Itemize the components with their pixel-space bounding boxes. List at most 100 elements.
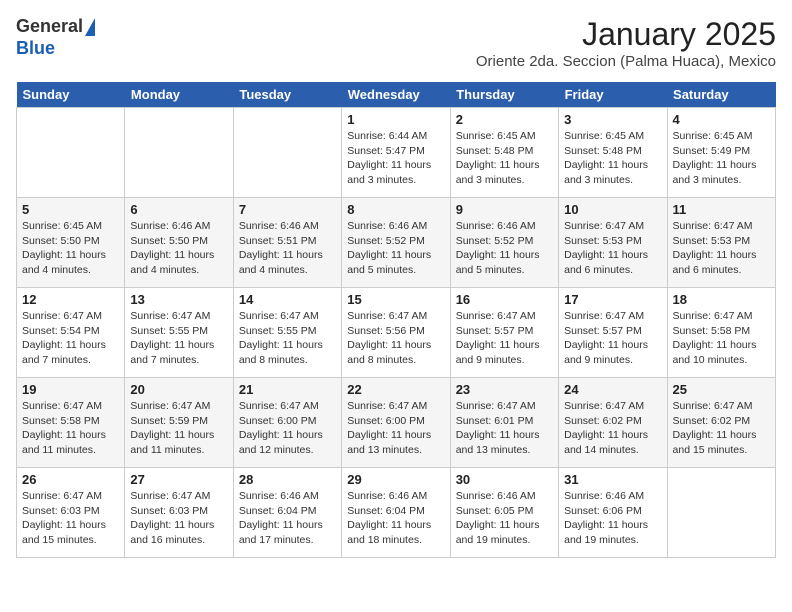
day-info: Sunrise: 6:45 AMSunset: 5:48 PMDaylight:… <box>456 129 553 188</box>
calendar-cell: 17 Sunrise: 6:47 AMSunset: 5:57 PMDayligh… <box>559 288 667 378</box>
day-info: Sunrise: 6:45 AMSunset: 5:50 PMDaylight:… <box>22 219 119 278</box>
calendar-cell: 11Sunrise: 6:47 AMSunset: 5:53 PMDayligh… <box>667 198 775 288</box>
calendar-cell: 26Sunrise: 6:47 AMSunset: 6:03 PMDayligh… <box>17 468 125 558</box>
calendar-cell: 8 Sunrise: 6:46 AMSunset: 5:52 PMDaylight… <box>342 198 450 288</box>
calendar-cell: 3 Sunrise: 6:45 AMSunset: 5:48 PMDaylight… <box>559 108 667 198</box>
day-info: Sunrise: 6:47 AMSunset: 6:00 PMDaylight:… <box>347 399 444 458</box>
calendar-cell: 28Sunrise: 6:46 AMSunset: 6:04 PMDayligh… <box>233 468 341 558</box>
day-info: Sunrise: 6:46 AMSunset: 5:51 PMDaylight:… <box>239 219 336 278</box>
day-number: 5 <box>22 202 119 217</box>
calendar-cell: 31 Sunrise: 6:46 AMSunset: 6:06 PMDayligh… <box>559 468 667 558</box>
calendar-week-row: 12 Sunrise: 6:47 AMSunset: 5:54 PMDayligh… <box>17 288 776 378</box>
logo-blue: Blue <box>16 38 55 60</box>
day-number: 1 <box>347 112 444 127</box>
calendar-table: SundayMondayTuesdayWednesdayThursdayFrid… <box>16 82 776 558</box>
calendar-cell: 5 Sunrise: 6:45 AMSunset: 5:50 PMDaylight… <box>17 198 125 288</box>
calendar-cell: 4Sunrise: 6:45 AMSunset: 5:49 PMDaylight… <box>667 108 775 198</box>
day-number: 16 <box>456 292 553 307</box>
calendar-cell: 21 Sunrise: 6:47 AMSunset: 6:00 PMDayligh… <box>233 378 341 468</box>
calendar-cell: 15Sunrise: 6:47 AMSunset: 5:56 PMDayligh… <box>342 288 450 378</box>
calendar-cell: 30 Sunrise: 6:46 AMSunset: 6:05 PMDayligh… <box>450 468 558 558</box>
weekday-header: Thursday <box>450 82 558 108</box>
calendar-cell: 25 Sunrise: 6:47 AMSunset: 6:02 PMDayligh… <box>667 378 775 468</box>
day-info: Sunrise: 6:47 AMSunset: 5:54 PMDaylight:… <box>22 309 119 368</box>
day-info: Sunrise: 6:47 AMSunset: 6:01 PMDaylight:… <box>456 399 553 458</box>
day-info: Sunrise: 6:47 AMSunset: 6:02 PMDaylight:… <box>673 399 770 458</box>
day-info: Sunrise: 6:47 AMSunset: 5:58 PMDaylight:… <box>22 399 119 458</box>
day-number: 3 <box>564 112 661 127</box>
day-number: 14 <box>239 292 336 307</box>
logo-triangle-icon <box>85 18 95 36</box>
day-number: 21 <box>239 382 336 397</box>
day-info: Sunrise: 6:46 AMSunset: 5:52 PMDaylight:… <box>456 219 553 278</box>
day-number: 20 <box>130 382 227 397</box>
calendar-cell: 6 Sunrise: 6:46 AMSunset: 5:50 PMDaylight… <box>125 198 233 288</box>
day-number: 12 <box>22 292 119 307</box>
day-number: 13 <box>130 292 227 307</box>
day-number: 15 <box>347 292 444 307</box>
day-number: 22 <box>347 382 444 397</box>
day-number: 24 <box>564 382 661 397</box>
day-info: Sunrise: 6:46 AMSunset: 6:06 PMDaylight:… <box>564 489 661 548</box>
day-number: 4 <box>673 112 770 127</box>
calendar-cell: 20 Sunrise: 6:47 AMSunset: 5:59 PMDayligh… <box>125 378 233 468</box>
day-info: Sunrise: 6:46 AMSunset: 5:52 PMDaylight:… <box>347 219 444 278</box>
day-number: 10 <box>564 202 661 217</box>
calendar-cell: 24 Sunrise: 6:47 AMSunset: 6:02 PMDayligh… <box>559 378 667 468</box>
day-info: Sunrise: 6:47 AMSunset: 5:58 PMDaylight:… <box>673 309 770 368</box>
day-number: 2 <box>456 112 553 127</box>
day-number: 17 <box>564 292 661 307</box>
calendar-week-row: 5 Sunrise: 6:45 AMSunset: 5:50 PMDaylight… <box>17 198 776 288</box>
day-info: Sunrise: 6:46 AMSunset: 6:04 PMDaylight:… <box>347 489 444 548</box>
calendar-cell <box>233 108 341 198</box>
day-info: Sunrise: 6:47 AMSunset: 5:57 PMDaylight:… <box>456 309 553 368</box>
day-info: Sunrise: 6:47 AMSunset: 5:55 PMDaylight:… <box>239 309 336 368</box>
logo-general: General <box>16 16 83 38</box>
title-block: January 2025 Oriente 2da. Seccion (Palma… <box>476 16 776 70</box>
weekday-header: Tuesday <box>233 82 341 108</box>
calendar-cell: 12 Sunrise: 6:47 AMSunset: 5:54 PMDayligh… <box>17 288 125 378</box>
day-number: 30 <box>456 472 553 487</box>
calendar-cell <box>667 468 775 558</box>
day-number: 25 <box>673 382 770 397</box>
weekday-header: Saturday <box>667 82 775 108</box>
day-info: Sunrise: 6:47 AMSunset: 5:53 PMDaylight:… <box>673 219 770 278</box>
day-info: Sunrise: 6:47 AMSunset: 5:57 PMDaylight:… <box>564 309 661 368</box>
day-number: 27 <box>130 472 227 487</box>
calendar-cell: 10Sunrise: 6:47 AMSunset: 5:53 PMDayligh… <box>559 198 667 288</box>
day-number: 31 <box>564 472 661 487</box>
calendar-cell: 27 Sunrise: 6:47 AMSunset: 6:03 PMDayligh… <box>125 468 233 558</box>
weekday-header: Friday <box>559 82 667 108</box>
day-info: Sunrise: 6:47 AMSunset: 6:03 PMDaylight:… <box>130 489 227 548</box>
calendar-cell: 9Sunrise: 6:46 AMSunset: 5:52 PMDaylight… <box>450 198 558 288</box>
day-number: 8 <box>347 202 444 217</box>
day-number: 26 <box>22 472 119 487</box>
location: Oriente 2da. Seccion (Palma Huaca), Mexi… <box>476 53 776 70</box>
page-header: General Blue January 2025 Oriente 2da. S… <box>16 16 776 70</box>
day-number: 6 <box>130 202 227 217</box>
day-number: 19 <box>22 382 119 397</box>
calendar-cell: 23Sunrise: 6:47 AMSunset: 6:01 PMDayligh… <box>450 378 558 468</box>
calendar-cell: 29Sunrise: 6:46 AMSunset: 6:04 PMDayligh… <box>342 468 450 558</box>
day-info: Sunrise: 6:47 AMSunset: 5:59 PMDaylight:… <box>130 399 227 458</box>
day-number: 18 <box>673 292 770 307</box>
weekday-header-row: SundayMondayTuesdayWednesdayThursdayFrid… <box>17 82 776 108</box>
day-info: Sunrise: 6:47 AMSunset: 6:02 PMDaylight:… <box>564 399 661 458</box>
weekday-header: Monday <box>125 82 233 108</box>
logo: General Blue <box>16 16 95 59</box>
day-info: Sunrise: 6:45 AMSunset: 5:48 PMDaylight:… <box>564 129 661 188</box>
day-info: Sunrise: 6:44 AMSunset: 5:47 PMDaylight:… <box>347 129 444 188</box>
calendar-cell <box>125 108 233 198</box>
calendar-cell: 13Sunrise: 6:47 AMSunset: 5:55 PMDayligh… <box>125 288 233 378</box>
day-info: Sunrise: 6:46 AMSunset: 6:05 PMDaylight:… <box>456 489 553 548</box>
day-info: Sunrise: 6:47 AMSunset: 6:00 PMDaylight:… <box>239 399 336 458</box>
day-info: Sunrise: 6:46 AMSunset: 5:50 PMDaylight:… <box>130 219 227 278</box>
weekday-header: Sunday <box>17 82 125 108</box>
calendar-week-row: 19 Sunrise: 6:47 AMSunset: 5:58 PMDayligh… <box>17 378 776 468</box>
day-number: 28 <box>239 472 336 487</box>
calendar-cell: 19 Sunrise: 6:47 AMSunset: 5:58 PMDayligh… <box>17 378 125 468</box>
month-title: January 2025 <box>476 16 776 53</box>
day-number: 7 <box>239 202 336 217</box>
calendar-week-row: 26 Sunrise: 6:47 AMSunset: 6:03 PMDayligh… <box>17 468 776 558</box>
calendar-cell: 14 Sunrise: 6:47 AMSunset: 5:55 PMDayligh… <box>233 288 341 378</box>
